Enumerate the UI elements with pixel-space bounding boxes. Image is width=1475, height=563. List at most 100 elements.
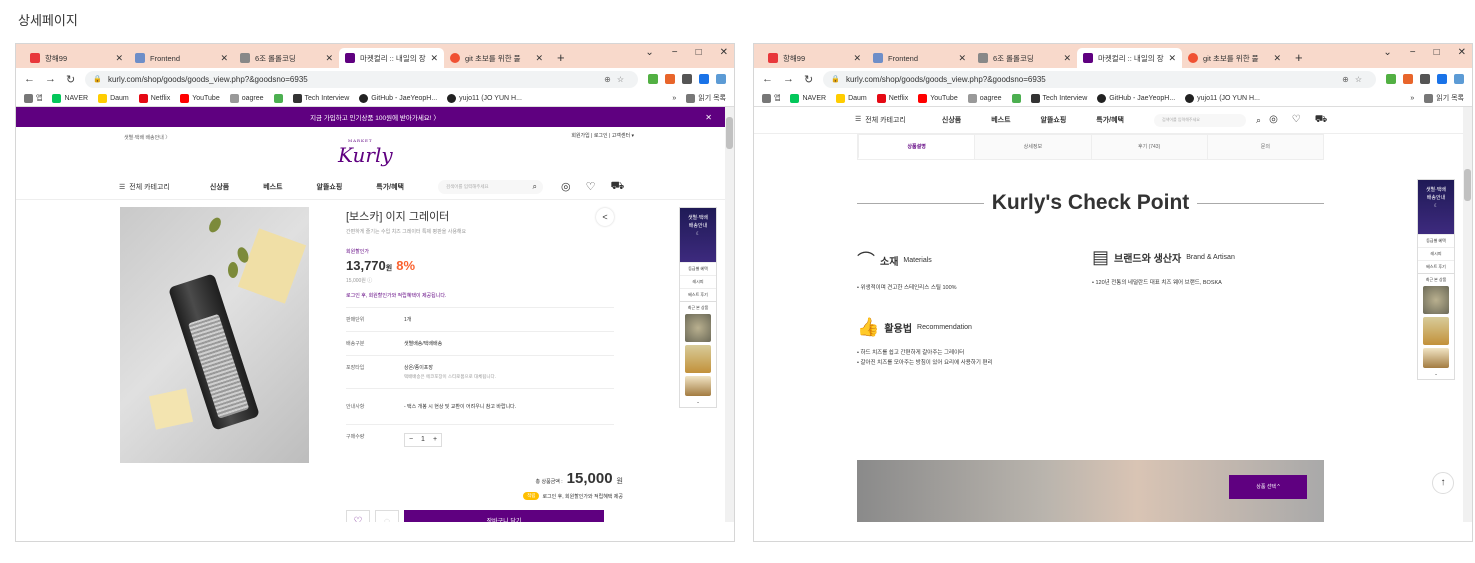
search-input[interactable]: 검색어를 입력해주세요 (1154, 113, 1247, 127)
scrollbar[interactable] (1463, 107, 1472, 522)
minimize-button[interactable]: − (672, 47, 678, 58)
quick-link[interactable]: 베스트 후기 (1418, 260, 1454, 273)
heart-icon[interactable]: ♡ (586, 180, 596, 194)
reload-icon[interactable]: ↻ (66, 73, 75, 86)
minimize-button[interactable]: − (1410, 47, 1416, 58)
scrollbar-thumb[interactable] (1464, 169, 1471, 201)
nav-best[interactable]: 베스트 (991, 115, 1010, 125)
nav-saving[interactable]: 알뜰쇼핑 (1041, 115, 1067, 125)
tab-detail-info[interactable]: 상세정보 (974, 135, 1090, 159)
tab-search-icon[interactable]: ⌄ (1383, 47, 1391, 58)
scrollbar-thumb[interactable] (726, 117, 733, 149)
maximize-button[interactable]: □ (696, 47, 702, 58)
extension-icon[interactable] (699, 74, 709, 84)
omnibox-actions-icon[interactable]: ⊕☆ (604, 75, 630, 84)
category-menu[interactable]: ☰ 전체 카테고리 (855, 115, 906, 125)
lock-icon[interactable]: 🔒 (93, 75, 102, 83)
bookmark[interactable]: Daum (836, 93, 867, 103)
close-window-button[interactable]: ✕ (720, 47, 728, 58)
category-menu[interactable]: ☰ 전체 카테고리 (119, 182, 170, 192)
promo-banner[interactable]: 지금 가입하고 인기상품 100원에 받아가세요! 〉 ✕ (16, 107, 734, 127)
close-icon[interactable]: ✕ (1063, 53, 1071, 64)
search-input[interactable]: 검색어를 입력해주세요 ⌕ (438, 180, 544, 194)
bookmark[interactable]: oagree (967, 93, 1002, 103)
user-menu[interactable]: 회원가입 | 로그인 | 고객센터 ▾ (571, 132, 634, 139)
tab-description[interactable]: 상품설명 (858, 135, 975, 159)
recent-thumb[interactable] (685, 345, 711, 373)
recent-thumb[interactable] (685, 314, 711, 342)
nav-saving[interactable]: 알뜰쇼핑 (317, 182, 343, 192)
bookmark[interactable]: Daum (98, 93, 129, 103)
add-to-cart-button[interactable]: 장바구니 담기 (404, 510, 604, 522)
reading-list-button[interactable]: 읽기 목록 (686, 93, 726, 103)
bookmark[interactable]: oagree (229, 93, 264, 103)
qty-minus-button[interactable]: − (405, 434, 417, 446)
tab[interactable]: 6조 롤롤코딩 ✕ (234, 48, 339, 68)
close-icon[interactable]: ✕ (325, 53, 333, 64)
location-icon[interactable]: ◎ (561, 180, 571, 194)
address-bar[interactable]: 🔒 kurly.com/shop/goods/goods_view.php?&g… (85, 70, 638, 88)
bookmark[interactable]: NAVER (790, 93, 826, 103)
chevron-down-icon[interactable]: ⌄ (1421, 371, 1451, 376)
nav-special[interactable]: 특가/혜택 (376, 182, 404, 192)
quick-link[interactable]: 등급별 혜택 (1418, 234, 1454, 247)
nav-best[interactable]: 베스트 (263, 182, 282, 192)
bookmark[interactable]: YouTube (180, 93, 220, 103)
extension-icon[interactable] (648, 74, 658, 84)
bookmarks-more-button[interactable]: » (1410, 95, 1414, 102)
bookmark[interactable] (1011, 93, 1021, 103)
profile-avatar[interactable] (1454, 74, 1464, 84)
forward-icon[interactable]: → (783, 73, 794, 85)
tab[interactable]: 항해99 ✕ (762, 48, 867, 68)
cart-icon[interactable]: ⛟ (611, 180, 625, 194)
new-tab-button[interactable]: + (549, 48, 573, 68)
bookmark[interactable]: GitHub - JaeYeopH... (1097, 93, 1175, 103)
delivery-info-link[interactable]: 샛별·택배 배송안내 〉 (124, 134, 170, 141)
tab-search-icon[interactable]: ⌄ (645, 47, 653, 58)
recent-thumb[interactable] (1423, 348, 1449, 368)
close-icon[interactable]: ✕ (115, 53, 123, 64)
extension-icon[interactable] (1386, 74, 1396, 84)
close-icon[interactable]: ✕ (430, 53, 438, 64)
kurly-logo[interactable]: MARKET Kurly (338, 138, 393, 167)
tab[interactable]: 항해99 ✕ (24, 48, 129, 68)
tab-active[interactable]: 마켓컬리 :: 내일의 장 ✕ (1077, 48, 1182, 68)
chevron-down-icon[interactable]: ⌄ (683, 399, 713, 404)
heart-icon[interactable]: ♡ (1292, 114, 1301, 127)
close-icon[interactable]: ✕ (958, 53, 966, 64)
close-icon[interactable]: ✕ (853, 53, 861, 64)
bookmark[interactable]: 앱 (24, 93, 42, 103)
new-tab-button[interactable]: + (1287, 48, 1311, 68)
bookmark[interactable]: NAVER (52, 93, 88, 103)
reading-list-button[interactable]: 읽기 목록 (1424, 93, 1464, 103)
bookmark[interactable]: yujo11 (JO YUN H... (447, 93, 522, 103)
omnibox-actions-icon[interactable]: ⊕☆ (1342, 75, 1368, 84)
bookmarks-more-button[interactable]: » (672, 95, 676, 102)
cart-icon[interactable]: ⛟ (1315, 114, 1328, 127)
tab[interactable]: git 초보를 위한 풀 ✕ (444, 48, 549, 68)
tab-inquiry[interactable]: 문의 (1206, 135, 1323, 159)
share-icon[interactable]: < (596, 208, 614, 226)
nav-new[interactable]: 신상품 (210, 182, 229, 192)
delivery-banner[interactable]: 샛별·택배 배송안내 ☾ (1418, 180, 1454, 234)
maximize-button[interactable]: □ (1434, 47, 1440, 58)
close-window-button[interactable]: ✕ (1458, 47, 1466, 58)
tab[interactable]: Frontend ✕ (867, 48, 972, 68)
tab-active[interactable]: 마켓컬리 :: 내일의 장 ✕ (339, 48, 444, 68)
extension-icon[interactable] (682, 74, 692, 84)
recent-thumb[interactable] (685, 376, 711, 396)
extension-icon[interactable] (665, 74, 675, 84)
back-icon[interactable]: ← (762, 73, 773, 85)
restock-bell-icon[interactable]: ◌ (375, 510, 399, 522)
bookmark[interactable]: YouTube (918, 93, 958, 103)
bookmark[interactable]: Tech Interview (292, 93, 349, 103)
search-icon[interactable]: ⌕ (533, 182, 537, 192)
tab[interactable]: Frontend ✕ (129, 48, 234, 68)
quick-link[interactable]: 레시피 (1418, 247, 1454, 260)
reload-icon[interactable]: ↻ (804, 73, 813, 86)
scroll-top-button[interactable]: ↑ (1432, 472, 1454, 494)
bookmark[interactable]: 앱 (762, 93, 780, 103)
address-bar[interactable]: 🔒 kurly.com/shop/goods/goods_view.php?&g… (823, 70, 1376, 88)
extension-icon[interactable] (1403, 74, 1413, 84)
bookmark[interactable]: GitHub - JaeYeopH... (359, 93, 437, 103)
